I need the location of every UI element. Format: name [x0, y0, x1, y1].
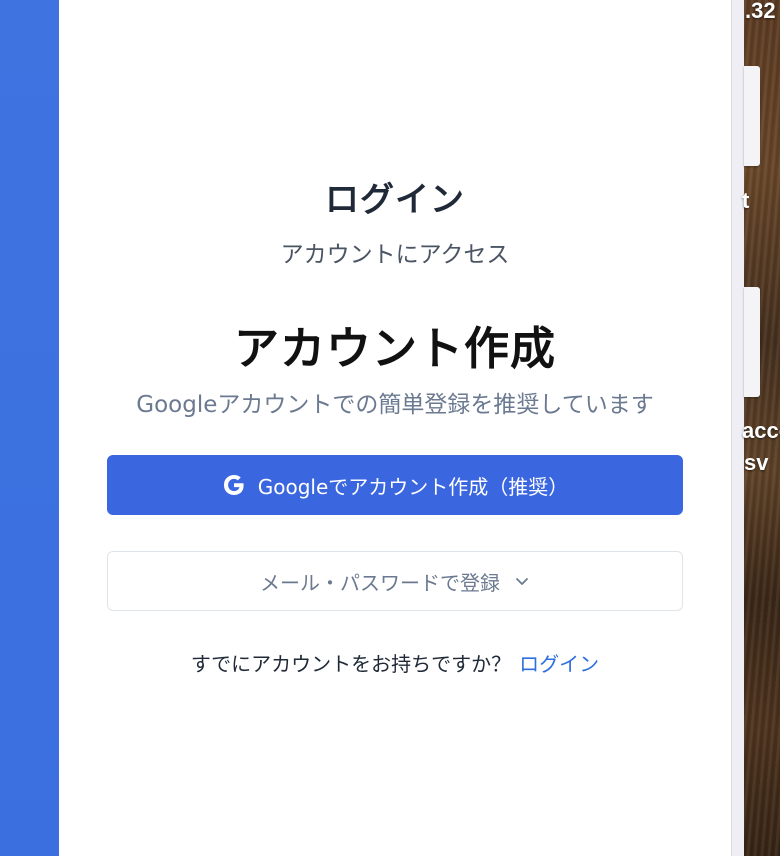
file-icon[interactable] [744, 287, 760, 397]
existing-account-prompt: すでにアカウントをお持ちですか？ ログイン [59, 648, 731, 677]
chevron-down-icon [514, 573, 530, 589]
desktop-file-label: sv [744, 450, 769, 475]
email-signup-button[interactable]: メール・パスワードで登録 [107, 551, 683, 611]
google-g-icon [222, 473, 246, 497]
google-signup-label: Googleでアカウント作成（推奨） [257, 474, 569, 499]
google-signup-button[interactable]: Googleでアカウント作成（推奨） [107, 455, 683, 515]
screen: ログイン アカウントにアクセス アカウント作成 Googleアカウントでの簡単登… [0, 0, 780, 856]
desktop-background: .32 t acco sv [742, 0, 780, 856]
desktop-file-label: t [742, 188, 750, 213]
login-subtitle: アカウントにアクセス [280, 242, 510, 268]
file-icon[interactable] [744, 66, 760, 166]
existing-account-text: すでにアカウントをお持ちですか？ [190, 652, 512, 676]
signup-title: アカウント作成 [233, 322, 556, 375]
desktop-file-label: acco [742, 418, 780, 443]
auth-panel: ログイン アカウントにアクセス アカウント作成 Googleアカウントでの簡単登… [59, 0, 731, 856]
email-signup-label: メール・パスワードで登録 [260, 570, 500, 595]
login-title: ログイン [325, 180, 465, 220]
login-link[interactable]: ログイン [519, 652, 599, 676]
signup-subtitle: Googleアカウントでの簡単登録を推奨しています [136, 392, 654, 418]
desktop-file-label: .32 [745, 0, 776, 23]
left-accent-panel [0, 0, 59, 856]
